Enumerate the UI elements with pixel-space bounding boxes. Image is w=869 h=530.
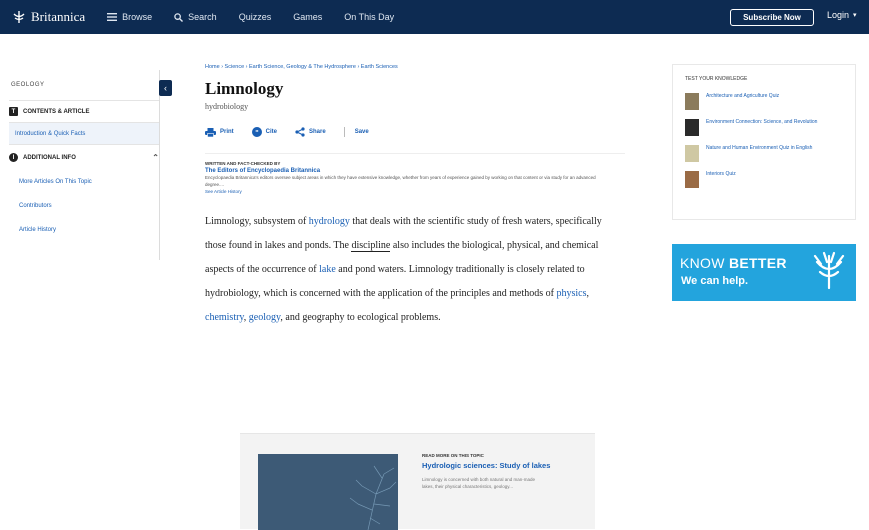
sidebar-item-contributors[interactable]: Contributors <box>9 194 159 218</box>
chevron-up-icon[interactable]: ⌃ <box>152 153 159 162</box>
card-title-link[interactable]: Hydrologic sciences: Study of lakes <box>422 461 557 471</box>
written-by-label: Written and fact-checked by <box>205 161 281 166</box>
inline-link[interactable]: geology <box>249 312 281 323</box>
nav-games-label: Games <box>293 12 323 22</box>
ad-headline: KNOW BETTER <box>680 255 787 271</box>
sidebar-section-contents[interactable]: T Contents & Article <box>9 100 159 122</box>
sidebar-heading: Geology <box>11 82 45 88</box>
know-better-ad[interactable]: KNOW BETTER We can help. <box>672 244 856 301</box>
sidebar-collapse-button[interactable]: ‹ <box>159 80 172 96</box>
nav-games[interactable]: Games <box>293 12 322 22</box>
sidebar-section-title: Additional Info <box>23 154 76 161</box>
nav-on-this-day-label: On This Day <box>344 12 395 22</box>
card-description: Limnology is concerned with both natural… <box>422 477 536 489</box>
print-label: Print <box>220 129 234 135</box>
sidebar-divider <box>159 70 160 260</box>
page-title: Limnology <box>205 79 284 98</box>
sidebar-item-article-history[interactable]: Article History <box>9 218 159 242</box>
quiz-thumbnail <box>685 145 699 162</box>
nav-search[interactable]: Search <box>174 12 217 22</box>
sidebar: Geology T Contents & Article Introductio… <box>9 70 159 242</box>
inline-link[interactable]: physics <box>557 288 587 299</box>
body-text-run: , <box>586 288 590 299</box>
brand-name: Britannica <box>31 9 86 24</box>
sidebar-item-more-articles[interactable]: More Articles On This Topic <box>9 170 159 194</box>
breadcrumb[interactable]: Home › Science › Earth Science, Geology … <box>205 64 625 75</box>
ad-tagline: We can help. <box>681 275 749 287</box>
nav-quizzes-label: Quizzes <box>238 12 272 22</box>
sidebar-item-introduction[interactable]: Introduction & Quick Facts <box>9 122 159 144</box>
printer-icon <box>205 127 216 137</box>
subscribe-button[interactable]: Subscribe Now <box>730 9 814 26</box>
author-link[interactable]: The Editors of Encyclopaedia Britannica <box>205 168 625 174</box>
article-history-link[interactable]: See Article History <box>205 189 625 194</box>
quiz-item-label: Environment Connection: Science, and Rev… <box>706 119 818 125</box>
svg-text:": " <box>255 129 259 137</box>
ad-headline-a: KNOW <box>680 255 725 271</box>
quiz-heading: Test Your Knowledge <box>685 76 748 82</box>
dictionary-term[interactable]: discipline <box>351 240 391 252</box>
nav-quizzes[interactable]: Quizzes <box>239 12 272 22</box>
quiz-thumbnail <box>685 119 699 136</box>
body-text-run: Limnology, subsystem of <box>205 216 309 227</box>
login-label: Login <box>827 10 850 20</box>
body-text-run: , and geography to ecological problems. <box>280 312 441 323</box>
britannica-logo[interactable]: Britannica <box>12 9 85 25</box>
chevron-left-icon: ‹ <box>164 83 167 93</box>
cite-label: Cite <box>265 129 278 135</box>
share-label: Share <box>309 129 326 135</box>
sidebar-section-additional-info[interactable]: i Additional Info ⌃ <box>9 144 159 170</box>
sidebar-section-title: Contents & Article <box>23 108 90 115</box>
cite-button[interactable]: " Cite <box>251 127 278 137</box>
card-content: Read More on This Topic Hydrologic scien… <box>422 453 582 490</box>
contents-icon: T <box>9 107 18 116</box>
page-subtitle: hydrobiology <box>205 102 249 111</box>
article-actions: Print " Cite Share Save <box>205 125 625 139</box>
card-image <box>258 454 398 530</box>
quote-icon: " <box>251 127 262 137</box>
quiz-thumbnail <box>685 171 699 188</box>
inline-link[interactable]: lake <box>319 264 336 275</box>
author-description: Encyclopaedia Britannica's editors overs… <box>205 175 596 187</box>
grid-icon <box>107 13 118 21</box>
actions-divider <box>343 127 345 137</box>
nav-browse-label: Browse <box>122 12 153 22</box>
chevron-down-icon: ▾ <box>853 12 857 19</box>
share-icon <box>295 127 305 137</box>
thistle-icon <box>813 251 845 290</box>
read-more-card[interactable]: Read More on This Topic Hydrologic scien… <box>240 433 595 530</box>
quiz-item[interactable]: Environment Connection: Science, and Rev… <box>685 119 855 139</box>
save-button[interactable]: Save <box>355 129 369 135</box>
quiz-item[interactable]: Interiors Quiz <box>685 171 855 191</box>
inline-link[interactable]: chemistry <box>205 312 244 323</box>
lake-illustration-icon <box>349 465 397 530</box>
article-body: Limnology, subsystem of hydrology that d… <box>205 210 625 330</box>
share-button[interactable]: Share <box>295 127 326 137</box>
thistle-icon <box>13 11 25 23</box>
save-label: Save <box>354 129 369 135</box>
search-icon <box>174 12 184 22</box>
print-button[interactable]: Print <box>205 127 234 137</box>
info-icon: i <box>9 153 18 162</box>
nav-on-this-day[interactable]: On This Day <box>344 12 394 22</box>
ad-headline-b: BETTER <box>728 255 787 271</box>
quiz-item-label: Architecture and Agriculture Quiz <box>706 93 780 99</box>
inline-link[interactable]: hydrology <box>309 216 350 227</box>
nav-browse[interactable]: Browse <box>107 12 152 22</box>
quiz-item-label: Interiors Quiz <box>706 171 736 177</box>
quiz-item-label: Nature and Human Environment Quiz in Eng… <box>706 145 813 151</box>
quiz-item[interactable]: Architecture and Agriculture Quiz <box>685 93 855 113</box>
author-block: Written and fact-checked by The Editors … <box>205 153 625 194</box>
article-main: Home › Science › Earth Science, Geology … <box>205 64 625 330</box>
quiz-panel: Test Your Knowledge Architecture and Agr… <box>672 64 856 220</box>
quiz-item[interactable]: Nature and Human Environment Quiz in Eng… <box>685 145 855 165</box>
top-navigation-bar: Britannica Browse Search Quizzes Games O… <box>0 0 869 34</box>
nav-search-label: Search <box>188 12 217 22</box>
login-button[interactable]: Login ▾ <box>827 10 857 20</box>
quiz-thumbnail <box>685 93 699 110</box>
card-label: Read More on This Topic <box>422 453 484 458</box>
